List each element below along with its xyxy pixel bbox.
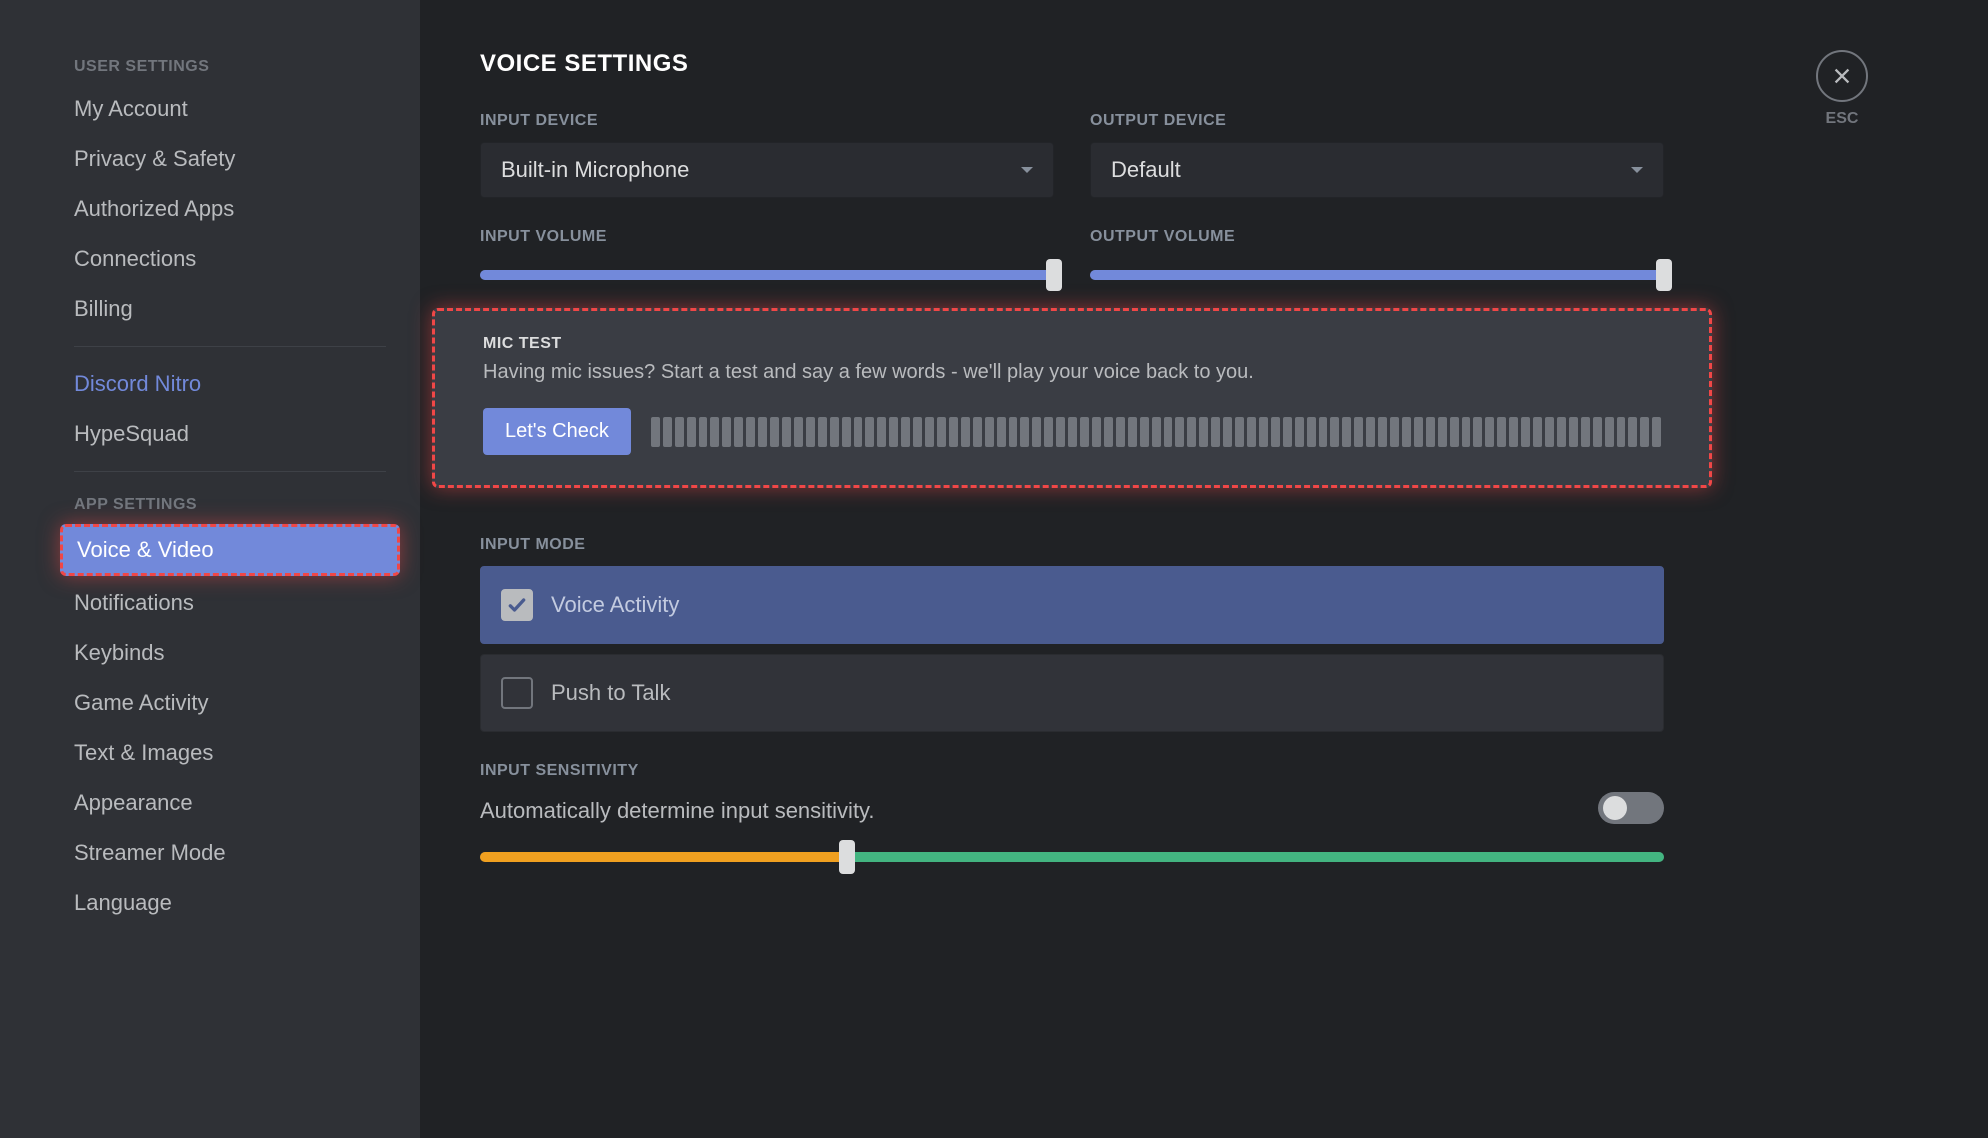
mic-test-button[interactable]: Let's Check	[483, 408, 631, 455]
user-settings-header: User Settings	[60, 48, 400, 86]
input-sensitivity-label: Input Sensitivity	[480, 762, 1928, 780]
auto-sensitivity-text: Automatically determine input sensitivit…	[480, 798, 875, 824]
sidebar-item-connections[interactable]: Connections	[60, 236, 400, 282]
sidebar-item-hypesquad[interactable]: HypeSquad	[60, 411, 400, 457]
chevron-down-icon	[1021, 167, 1033, 173]
auto-sensitivity-toggle[interactable]	[1598, 792, 1664, 824]
output-volume-slider[interactable]	[1090, 270, 1664, 280]
divider	[74, 346, 386, 347]
output-volume-label: Output Volume	[1090, 228, 1664, 246]
close-icon	[1831, 65, 1853, 87]
sidebar-item-language[interactable]: Language	[60, 880, 400, 926]
mic-test-panel: Mic Test Having mic issues? Start a test…	[432, 308, 1712, 488]
input-device-label: Input Device	[480, 112, 1054, 130]
page-title: Voice Settings	[480, 50, 1928, 78]
input-mode-label: Input Mode	[480, 536, 1928, 554]
sidebar-item-keybinds[interactable]: Keybinds	[60, 630, 400, 676]
output-device-select[interactable]: Default	[1090, 142, 1664, 198]
sidebar-item-notifications[interactable]: Notifications	[60, 580, 400, 626]
checkbox-checked-icon	[501, 589, 533, 621]
sidebar-item-my-account[interactable]: My Account	[60, 86, 400, 132]
input-mode-voice-activity[interactable]: Voice Activity	[480, 566, 1664, 644]
close-button[interactable]	[1816, 50, 1868, 102]
input-mode-push-to-talk[interactable]: Push to Talk	[480, 654, 1664, 732]
output-device-label: Output Device	[1090, 112, 1664, 130]
input-volume-label: Input Volume	[480, 228, 1054, 246]
switch-knob	[1603, 796, 1627, 820]
divider	[74, 471, 386, 472]
sidebar-item-streamer-mode[interactable]: Streamer Mode	[60, 830, 400, 876]
sidebar-item-appearance[interactable]: Appearance	[60, 780, 400, 826]
sidebar-item-privacy-safety[interactable]: Privacy & Safety	[60, 136, 400, 182]
checkbox-icon	[501, 677, 533, 709]
sidebar-item-voice-video[interactable]: Voice & Video	[60, 524, 400, 576]
chevron-down-icon	[1631, 167, 1643, 173]
output-device-value: Default	[1111, 157, 1181, 183]
sidebar: User Settings My Account Privacy & Safet…	[0, 0, 420, 1138]
input-device-value: Built-in Microphone	[501, 157, 689, 183]
mic-test-title: Mic Test	[483, 335, 1661, 353]
sensitivity-slider[interactable]	[480, 852, 1664, 862]
sidebar-item-authorized-apps[interactable]: Authorized Apps	[60, 186, 400, 232]
sidebar-item-discord-nitro[interactable]: Discord Nitro	[60, 361, 400, 407]
input-mode-option-label: Voice Activity	[551, 592, 679, 618]
input-device-select[interactable]: Built-in Microphone	[480, 142, 1054, 198]
sidebar-item-game-activity[interactable]: Game Activity	[60, 680, 400, 726]
sidebar-item-text-images[interactable]: Text & Images	[60, 730, 400, 776]
input-mode-option-label: Push to Talk	[551, 680, 670, 706]
app-settings-header: App Settings	[60, 486, 400, 524]
mic-test-desc: Having mic issues? Start a test and say …	[483, 361, 1661, 384]
input-volume-slider[interactable]	[480, 270, 1054, 280]
close-panel: ESC	[1816, 50, 1868, 128]
mic-level-meter	[651, 417, 1661, 447]
content: ESC Voice Settings Input Device Built-in…	[420, 0, 1988, 1138]
esc-label: ESC	[1816, 110, 1868, 128]
sidebar-item-billing[interactable]: Billing	[60, 286, 400, 332]
